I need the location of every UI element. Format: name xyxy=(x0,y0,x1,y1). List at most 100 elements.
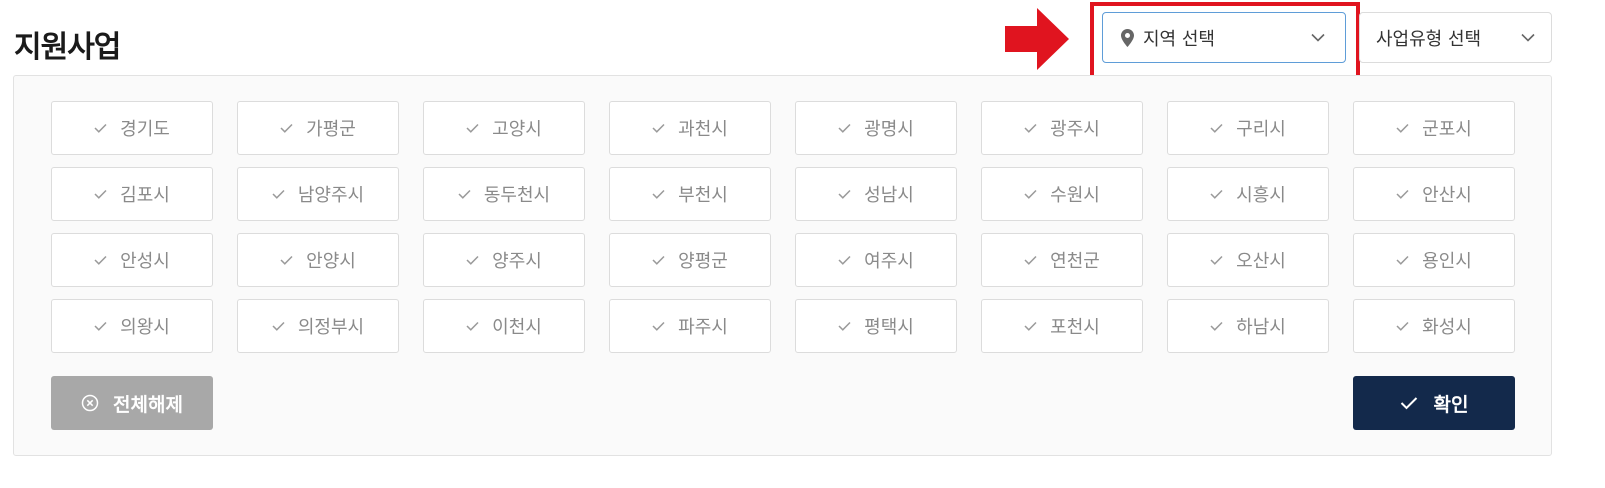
circle-x-icon xyxy=(81,394,99,412)
region-option-label: 군포시 xyxy=(1422,119,1472,140)
check-icon xyxy=(280,255,293,265)
region-option-button[interactable]: 이천시 xyxy=(423,299,585,353)
region-option-label: 성남시 xyxy=(864,185,914,206)
region-option-button[interactable]: 의왕시 xyxy=(51,299,213,353)
check-icon xyxy=(458,189,471,199)
region-option-label: 김포시 xyxy=(120,185,170,206)
check-icon xyxy=(838,123,851,133)
region-option-button[interactable]: 구리시 xyxy=(1167,101,1329,155)
region-option-button[interactable]: 고양시 xyxy=(423,101,585,155)
region-option-label: 남양주시 xyxy=(297,185,365,206)
region-option-button[interactable]: 안성시 xyxy=(51,233,213,287)
region-option-button[interactable]: 양주시 xyxy=(423,233,585,287)
clear-all-label: 전체해제 xyxy=(113,393,183,416)
region-option-label: 과천시 xyxy=(678,119,728,140)
check-icon xyxy=(1396,189,1409,199)
region-option-label: 광명시 xyxy=(864,119,914,140)
region-option-label: 화성시 xyxy=(1422,317,1472,338)
region-option-button[interactable]: 용인시 xyxy=(1353,233,1515,287)
check-icon xyxy=(1210,123,1223,133)
region-grid: 경기도 가평군 고양시 과천시 광명시 광주시 구리시 군포시김포시 남양주시 동두천시 부천시 성남… xyxy=(51,101,1515,353)
check-icon xyxy=(1396,321,1409,331)
check-icon xyxy=(838,189,851,199)
region-option-button[interactable]: 광주시 xyxy=(981,101,1143,155)
region-option-button[interactable]: 남양주시 xyxy=(237,167,399,221)
check-icon xyxy=(1024,321,1037,331)
region-option-label: 안산시 xyxy=(1422,185,1472,206)
region-option-button[interactable]: 안양시 xyxy=(237,233,399,287)
annotation-arrow xyxy=(1005,8,1069,70)
check-icon xyxy=(652,321,665,331)
region-option-label: 경기도 xyxy=(120,119,170,140)
check-icon xyxy=(1024,189,1037,199)
clear-all-button[interactable]: 전체해제 xyxy=(51,376,213,430)
region-option-label: 안성시 xyxy=(120,251,170,272)
region-option-button[interactable]: 포천시 xyxy=(981,299,1143,353)
region-option-label: 가평군 xyxy=(306,119,356,140)
region-option-label: 포천시 xyxy=(1050,317,1100,338)
confirm-label: 확인 xyxy=(1433,393,1469,416)
region-option-label: 시흥시 xyxy=(1236,185,1286,206)
region-option-button[interactable]: 부천시 xyxy=(609,167,771,221)
region-option-label: 오산시 xyxy=(1236,251,1286,272)
check-icon xyxy=(466,321,479,331)
check-icon xyxy=(94,123,107,133)
region-option-button[interactable]: 하남시 xyxy=(1167,299,1329,353)
region-option-button[interactable]: 안산시 xyxy=(1353,167,1515,221)
region-option-label: 안양시 xyxy=(306,251,356,272)
check-icon xyxy=(466,123,479,133)
region-option-button[interactable]: 군포시 xyxy=(1353,101,1515,155)
region-option-button[interactable]: 화성시 xyxy=(1353,299,1515,353)
confirm-button[interactable]: 확인 xyxy=(1353,376,1515,430)
region-option-label: 의왕시 xyxy=(120,317,170,338)
region-option-button[interactable]: 파주시 xyxy=(609,299,771,353)
region-option-label: 광주시 xyxy=(1050,119,1100,140)
check-icon xyxy=(272,189,285,199)
region-option-label: 동두천시 xyxy=(483,185,551,206)
business-type-select-label: 사업유형 선택 xyxy=(1376,28,1482,50)
region-option-label: 하남시 xyxy=(1236,317,1286,338)
check-icon xyxy=(652,255,665,265)
region-option-label: 여주시 xyxy=(864,251,914,272)
region-option-button[interactable]: 과천시 xyxy=(609,101,771,155)
region-option-button[interactable]: 의정부시 xyxy=(237,299,399,353)
region-option-button[interactable]: 시흥시 xyxy=(1167,167,1329,221)
check-icon xyxy=(1210,189,1223,199)
region-option-button[interactable]: 평택시 xyxy=(795,299,957,353)
check-icon xyxy=(1396,123,1409,133)
check-icon xyxy=(94,189,107,199)
check-icon xyxy=(94,321,107,331)
region-option-button[interactable]: 경기도 xyxy=(51,101,213,155)
region-option-label: 양주시 xyxy=(492,251,542,272)
region-option-label: 구리시 xyxy=(1236,119,1286,140)
region-option-label: 용인시 xyxy=(1422,251,1472,272)
check-icon xyxy=(1400,396,1418,410)
region-option-button[interactable]: 수원시 xyxy=(981,167,1143,221)
annotation-highlight-box xyxy=(1090,2,1360,80)
check-icon xyxy=(272,321,285,331)
check-icon xyxy=(1024,123,1037,133)
region-option-label: 이천시 xyxy=(492,317,542,338)
check-icon xyxy=(838,321,851,331)
check-icon xyxy=(652,123,665,133)
check-icon xyxy=(1024,255,1037,265)
region-option-button[interactable]: 오산시 xyxy=(1167,233,1329,287)
region-option-button[interactable]: 양평군 xyxy=(609,233,771,287)
check-icon xyxy=(838,255,851,265)
chevron-down-icon xyxy=(1521,33,1535,42)
region-option-button[interactable]: 성남시 xyxy=(795,167,957,221)
region-option-button[interactable]: 여주시 xyxy=(795,233,957,287)
check-icon xyxy=(280,123,293,133)
region-option-button[interactable]: 동두천시 xyxy=(423,167,585,221)
region-option-button[interactable]: 연천군 xyxy=(981,233,1143,287)
region-option-button[interactable]: 광명시 xyxy=(795,101,957,155)
region-option-button[interactable]: 가평군 xyxy=(237,101,399,155)
check-icon xyxy=(466,255,479,265)
page-title: 지원사업 xyxy=(14,30,121,65)
region-option-button[interactable]: 김포시 xyxy=(51,167,213,221)
region-selection-panel: 경기도 가평군 고양시 과천시 광명시 광주시 구리시 군포시김포시 남양주시 동두천시 부천시 성남… xyxy=(13,75,1552,456)
check-icon xyxy=(1396,255,1409,265)
region-option-label: 양평군 xyxy=(678,251,728,272)
region-option-label: 파주시 xyxy=(678,317,728,338)
business-type-select-dropdown[interactable]: 사업유형 선택 xyxy=(1359,12,1552,63)
